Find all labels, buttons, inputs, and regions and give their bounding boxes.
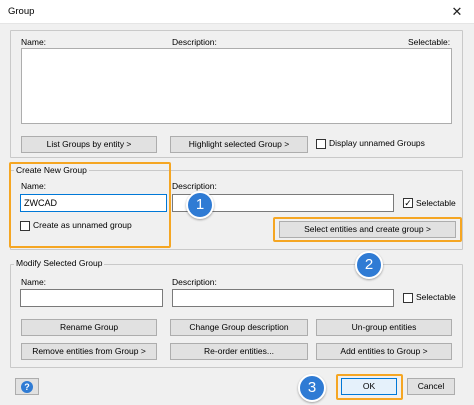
annotation-badge-2: 2 [355, 251, 383, 279]
modify-description-label: Description: [172, 277, 217, 287]
ungroup-entities-button[interactable]: Un-group entities [316, 319, 452, 336]
reorder-entities-button[interactable]: Re-order entities... [170, 343, 308, 360]
groups-list[interactable] [21, 48, 452, 124]
create-selectable-label: Selectable [416, 198, 456, 208]
checkmark-icon: ✓ [404, 198, 412, 208]
window-title: Group [8, 6, 35, 17]
modify-description-field[interactable] [172, 289, 394, 307]
create-name-label: Name: [21, 181, 47, 191]
help-button[interactable]: ? [15, 378, 39, 395]
title-bar [0, 0, 474, 24]
modify-name-field[interactable] [20, 289, 163, 307]
display-unnamed-groups-label: Display unnamed Groups [329, 138, 425, 148]
annotation-badge-3: 3 [298, 374, 326, 402]
close-icon: ✕ [451, 4, 463, 19]
highlight-selected-group-button[interactable]: Highlight selected Group > [170, 136, 308, 153]
create-name-field[interactable]: ZWCAD [20, 194, 167, 212]
create-as-unnamed-label: Create as unnamed group [33, 220, 132, 230]
list-groups-by-entity-button[interactable]: List Groups by entity > [21, 136, 157, 153]
rename-group-button[interactable]: Rename Group [21, 319, 157, 336]
column-selectable-label: Selectable: [408, 37, 451, 47]
create-description-label: Description: [172, 181, 217, 191]
select-entities-create-group-button[interactable]: Select entities and create group > [279, 221, 456, 238]
modify-name-label: Name: [21, 277, 47, 287]
add-entities-button[interactable]: Add entities to Group > [316, 343, 452, 360]
remove-entities-button[interactable]: Remove entities from Group > [21, 343, 157, 360]
cancel-button[interactable]: Cancel [407, 378, 455, 395]
modify-selectable-label: Selectable [416, 292, 456, 302]
column-name-label: Name: [21, 37, 47, 47]
create-selectable-checkbox[interactable]: ✓ [403, 198, 413, 208]
close-button[interactable]: ✕ [440, 0, 474, 24]
display-unnamed-groups-checkbox[interactable] [316, 139, 326, 149]
modify-group-legend: Modify Selected Group [14, 258, 105, 268]
change-group-description-button[interactable]: Change Group description [170, 319, 308, 336]
create-as-unnamed-checkbox[interactable] [20, 221, 30, 231]
annotation-badge-1: 1 [186, 191, 214, 219]
modify-selectable-checkbox[interactable] [403, 293, 413, 303]
column-description-label: Description: [172, 37, 217, 47]
help-icon: ? [21, 381, 33, 393]
ok-button[interactable]: OK [341, 378, 397, 395]
